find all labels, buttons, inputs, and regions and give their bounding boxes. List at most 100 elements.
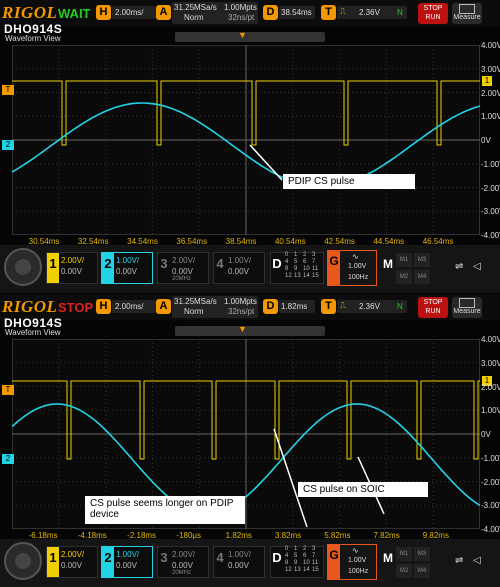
- nav-wheel-icon[interactable]: [4, 542, 42, 580]
- channel-number: 2: [102, 547, 114, 577]
- channel-4-box[interactable]: 4 1.00V/0.00V: [213, 546, 265, 578]
- digital-channel: 3: [312, 252, 316, 258]
- math-channel-m2[interactable]: M2: [396, 270, 412, 284]
- channel-scale: 1.00V/: [228, 256, 252, 265]
- math-channel-m2[interactable]: M2: [396, 564, 412, 578]
- generator-g-label: G: [328, 545, 340, 579]
- digital-channel: 14: [303, 567, 310, 573]
- channel-offset: 0.00V: [228, 267, 249, 276]
- slider-thumb[interactable]: ▼: [238, 324, 248, 336]
- memory-position-slider[interactable]: ▼: [175, 30, 325, 42]
- speaker-icon[interactable]: ◁: [473, 261, 481, 272]
- math-channel-m3[interactable]: M3: [414, 547, 430, 561]
- digital-d-label: D: [272, 550, 282, 565]
- horizontal-scale-box[interactable]: 2.00ms/: [112, 6, 156, 19]
- generator-box[interactable]: G ∿ 1.00V 100Hz: [327, 250, 377, 286]
- math-m-label[interactable]: M: [383, 257, 393, 271]
- horizontal-h-icon[interactable]: H: [96, 299, 111, 314]
- annotation-box: CS pulse on SOIC: [298, 482, 428, 497]
- trigger-mode: N: [397, 302, 403, 311]
- usb-icon: ⇌: [455, 555, 464, 566]
- trigger-marker[interactable]: T: [2, 385, 14, 395]
- waveform-grid[interactable]: [12, 45, 480, 235]
- volt-scale-label: -3.00V: [481, 207, 500, 217]
- channel-1-box[interactable]: 1 2.00V/0.00V: [46, 252, 98, 284]
- trigger-t-icon[interactable]: T: [321, 5, 336, 20]
- measure-label: Measure: [453, 14, 481, 21]
- acquire-a-icon[interactable]: A: [156, 299, 171, 314]
- math-channel-m4[interactable]: M4: [414, 564, 430, 578]
- math-channel-m3[interactable]: M3: [414, 253, 430, 267]
- time-per-point: 32ns/pt: [228, 307, 255, 316]
- horizontal-scale-box[interactable]: 2.00ms/: [112, 300, 156, 313]
- generator-box[interactable]: G ∿ 1.00V 100Hz: [327, 544, 377, 580]
- digital-channel: 12: [285, 273, 292, 279]
- channel-4-box[interactable]: 4 1.00V/0.00V: [213, 252, 265, 284]
- memory-position-slider[interactable]: ▼: [175, 324, 325, 336]
- channel-2-box[interactable]: 2 1.00V/0.00V: [101, 252, 153, 284]
- digital-channel: 15: [312, 273, 319, 279]
- volt-scale-label: -1.00V: [481, 453, 500, 463]
- channel-number: 3: [160, 550, 168, 565]
- channel-2-box[interactable]: 2 1.00V/0.00V: [101, 546, 153, 578]
- waveform-grid[interactable]: [12, 339, 480, 529]
- nav-wheel-icon[interactable]: [4, 248, 42, 286]
- volt-scale-label: 3.00V: [481, 64, 500, 74]
- digital-channel: 11: [312, 560, 319, 566]
- digital-channel: 5: [294, 553, 298, 559]
- trigger-box[interactable]: ⎍ 2.36V N: [337, 6, 407, 19]
- volt-scale-label: -2.00V: [481, 183, 500, 193]
- delay-box[interactable]: 38.54ms: [279, 6, 315, 19]
- digital-d-label: D: [272, 256, 282, 271]
- usb-icon: ⇌: [455, 261, 464, 272]
- speaker-icon[interactable]: ◁: [473, 555, 481, 566]
- channel-2-marker[interactable]: 2: [2, 140, 14, 150]
- digital-channel: 14: [303, 273, 310, 279]
- slider-thumb[interactable]: ▼: [238, 30, 248, 42]
- channel-number: 2: [102, 253, 114, 283]
- math-channel-m1[interactable]: M1: [396, 547, 412, 561]
- digital-channel: 6: [303, 553, 307, 559]
- trigger-box[interactable]: ⎍ 2.36V N: [337, 300, 407, 313]
- channel-offset: 0.00V: [172, 267, 193, 276]
- channel-number: 1: [47, 547, 59, 577]
- channel-scale: 2.00V/: [61, 256, 85, 265]
- channel-2-marker[interactable]: 2: [2, 454, 14, 464]
- measure-button[interactable]: Measure: [452, 3, 482, 24]
- math-channel-m4[interactable]: M4: [414, 270, 430, 284]
- channel-scale: 2.00V/: [172, 550, 196, 559]
- delay-d-icon[interactable]: D: [263, 299, 278, 314]
- run-label: RUN: [425, 308, 441, 315]
- channel-1-box[interactable]: 1 2.00V/0.00V: [46, 546, 98, 578]
- channel-offset: 0.00V: [61, 561, 82, 570]
- sine-wave-icon: ∿: [352, 546, 359, 555]
- acquire-a-icon[interactable]: A: [156, 5, 171, 20]
- digital-channel: 13: [294, 567, 301, 573]
- channel-3-box[interactable]: 3 2.00V/0.00V 20MHz: [157, 252, 209, 284]
- math-m-label[interactable]: M: [383, 551, 393, 565]
- memory-depth: 1.00Mpts: [224, 3, 257, 12]
- acquire-box[interactable]: 31.25MSa/s Norm 1.00Mpts 32ns/pt: [172, 2, 258, 24]
- stop-run-button[interactable]: STOP RUN: [418, 3, 448, 24]
- stop-run-button[interactable]: STOP RUN: [418, 297, 448, 318]
- delay-box[interactable]: 1.82ms: [279, 300, 315, 313]
- acquire-box[interactable]: 31.25MSa/s Norm 1.00Mpts 32ns/pt: [172, 296, 258, 318]
- channel-3-box[interactable]: 3 2.00V/0.00V 20MHz: [157, 546, 209, 578]
- rigol-logo: RIGOL: [2, 297, 58, 316]
- channel-offset: 0.00V: [172, 561, 193, 570]
- horizontal-scale-value: 2.00ms/: [115, 8, 144, 17]
- channel-1-marker[interactable]: 1: [482, 76, 492, 86]
- delay-d-icon[interactable]: D: [263, 5, 278, 20]
- channel-offset: 0.00V: [228, 561, 249, 570]
- trigger-t-icon[interactable]: T: [321, 299, 336, 314]
- generator-frequency: 100Hz: [348, 568, 369, 575]
- generator-g-label: G: [328, 251, 340, 285]
- volt-scale-label: 0V: [481, 430, 491, 439]
- waveform-view-label: Waveform View: [5, 34, 61, 43]
- waveform-view-label: Waveform View: [5, 328, 61, 337]
- horizontal-h-icon[interactable]: H: [96, 5, 111, 20]
- trigger-marker[interactable]: T: [2, 85, 14, 95]
- math-channel-m1[interactable]: M1: [396, 253, 412, 267]
- trigger-slope-icon: ⎍: [340, 301, 346, 310]
- measure-button[interactable]: Measure: [452, 297, 482, 318]
